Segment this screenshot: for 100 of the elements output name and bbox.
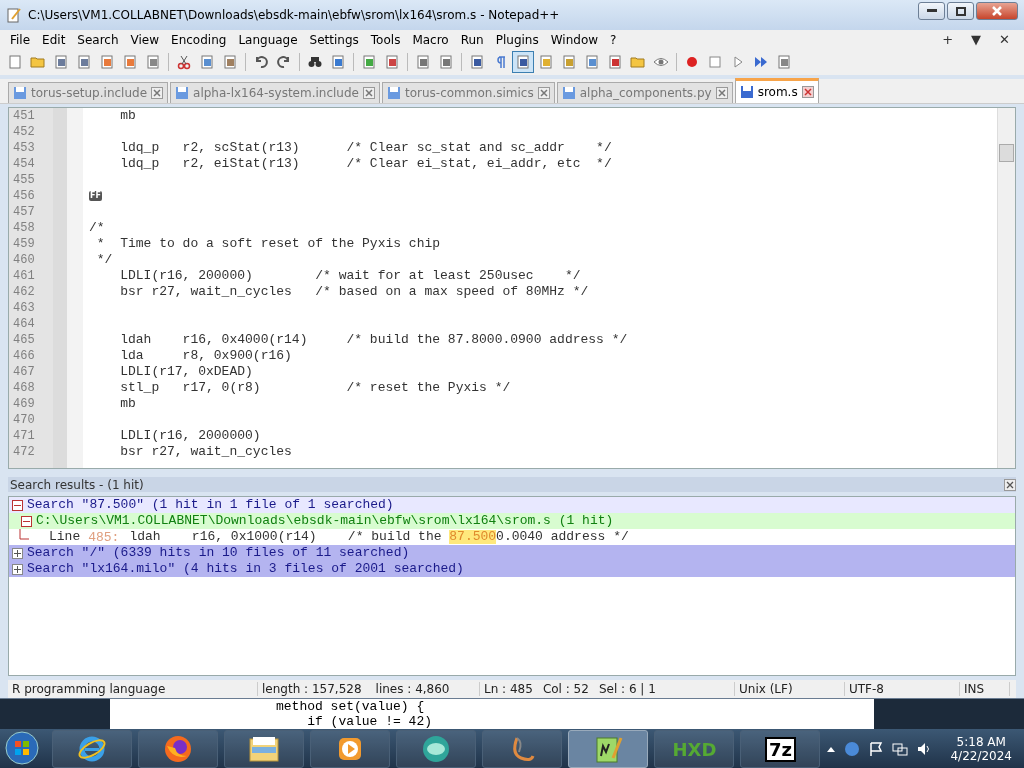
line-number: 461: [12, 268, 36, 284]
folder-icon: [30, 54, 46, 70]
menu-item[interactable]: Window: [544, 32, 605, 47]
code-line: ldq_p r2, eiStat(r13) /* Clear ei_stat, ei_addr, etc */: [119, 156, 612, 172]
line-number: 457: [12, 204, 36, 220]
record-icon: [684, 54, 700, 70]
start-orb-icon: [4, 730, 41, 766]
file-tab[interactable]: torus-common.simics: [381, 82, 555, 103]
taskbar-app[interactable]: [568, 730, 649, 768]
control-character: FF: [89, 191, 102, 201]
menu-item[interactable]: Tools: [364, 32, 407, 47]
line-number: 456: [12, 188, 36, 204]
close-icon[interactable]: [715, 87, 728, 99]
line-number: 465: [12, 332, 36, 348]
code-line: if (value != 42): [306, 714, 434, 729]
code-line: lda r8, 0x900(r16): [119, 348, 292, 364]
menu-item[interactable]: Settings: [303, 32, 365, 47]
menu-item[interactable]: Encoding: [165, 32, 233, 47]
document-icon: [99, 54, 115, 70]
status-eol: Unix (LF): [735, 682, 845, 696]
close-button[interactable]: [976, 2, 1018, 20]
menu-item[interactable]: Search: [71, 32, 125, 47]
document-icon: [7, 54, 23, 70]
menu-bar-control[interactable]: ✕: [999, 32, 1010, 47]
line-number: 453: [12, 140, 36, 156]
undo-icon: [253, 54, 269, 70]
close-icon[interactable]: [151, 87, 164, 99]
binoculars-icon: [307, 54, 323, 70]
hit-line-number: 485:: [88, 529, 120, 545]
menu-item[interactable]: File: [4, 32, 37, 47]
line-number: 467: [12, 364, 36, 380]
redo-icon: [276, 54, 292, 70]
hit-label: Line: [49, 529, 81, 545]
hit-code[interactable]: ldah r16, 0x1000(r14) /* build the: [129, 529, 450, 545]
line-number: 470: [12, 412, 36, 428]
fast-forward-icon: [753, 54, 769, 70]
circle-icon[interactable]: [844, 741, 861, 757]
notepad-icon: [593, 734, 624, 764]
collapse-icon[interactable]: [21, 515, 32, 527]
line-number: 460: [12, 252, 36, 268]
taskbar-app[interactable]: [224, 730, 305, 768]
flag-icon[interactable]: [868, 741, 885, 757]
close-icon[interactable]: [362, 87, 375, 99]
up-arrow-icon[interactable]: [826, 745, 837, 753]
clock-time[interactable]: 5:18 AM: [956, 735, 1006, 749]
taskbar-app[interactable]: [310, 730, 391, 768]
notepad-icon: [6, 7, 22, 23]
scroll-thumb[interactable]: [999, 144, 1014, 162]
line-number: 451: [12, 108, 36, 124]
close-icon[interactable]: [537, 87, 550, 99]
code-line: * Time to do a soft reset of the Pyxis chip: [95, 236, 441, 252]
menu-item[interactable]: Plugins: [489, 32, 545, 47]
code-line: bsr r27, wait_n_cycles /* based on a max speed of 80MHz */: [119, 284, 589, 300]
file-tab[interactable]: alpha_components.py: [556, 82, 733, 103]
line-number: 459: [12, 236, 36, 252]
status-line: Ln : 485: [484, 682, 533, 696]
collapse-icon[interactable]: [12, 499, 23, 511]
panel-title: Search results - (1 hit): [10, 477, 144, 492]
file-tab[interactable]: torus-setup.include: [8, 82, 169, 103]
maximize-button[interactable]: [947, 2, 974, 20]
line-number: 472: [12, 444, 36, 460]
file-tab[interactable]: srom.s: [734, 78, 819, 103]
menu-item[interactable]: Run: [454, 32, 490, 47]
hit-code[interactable]: 0.0040 address */: [496, 529, 629, 545]
menu-item[interactable]: Language: [232, 32, 304, 47]
taskbar-app[interactable]: [138, 730, 219, 768]
taskbar-app[interactable]: 7z: [740, 730, 821, 768]
menu-item[interactable]: Macro: [406, 32, 455, 47]
restore-icon: [955, 6, 966, 16]
close-icon[interactable]: [801, 86, 814, 98]
start-button[interactable]: [4, 730, 41, 768]
menu-item[interactable]: Edit: [36, 32, 72, 47]
expand-icon[interactable]: [12, 547, 23, 559]
status-column: Col : 52: [542, 682, 589, 696]
code-line: LDLI(r17, 0xDEAD): [119, 364, 253, 380]
minimize-button[interactable]: [918, 2, 945, 20]
expand-icon[interactable]: [12, 563, 23, 575]
taskbar-app[interactable]: [396, 730, 477, 768]
menu-item[interactable]: View: [124, 32, 166, 47]
taskbar-app[interactable]: [52, 730, 133, 768]
scissors-icon: [176, 54, 192, 70]
menu-item[interactable]: ?: [604, 32, 623, 47]
folder-icon: [630, 54, 646, 70]
menu-bar-control[interactable]: +: [942, 32, 954, 47]
line-number: 464: [12, 316, 36, 332]
network-icon[interactable]: [892, 741, 909, 757]
close-icon[interactable]: [1004, 478, 1016, 491]
menu-bar-control[interactable]: ▼: [971, 32, 982, 47]
fox-globe-icon: [163, 734, 194, 764]
status-lines: lines : 4,860: [375, 682, 450, 696]
code-line: LDLI(r16, 2000000): [119, 428, 261, 444]
toolbar-button[interactable]: [512, 51, 534, 73]
scrollbar[interactable]: [997, 108, 1015, 468]
line-number: 471: [12, 428, 36, 444]
code-line: stl_p r17, 0(r8) /* reset the Pyxis */: [119, 380, 511, 396]
clock-date[interactable]: 4/22/2024: [950, 749, 1012, 763]
file-tab[interactable]: alpha-lx164-system.include: [170, 82, 380, 103]
line-number: 469: [12, 396, 36, 412]
status-length: length : 157,528: [262, 682, 362, 696]
code-line: mb: [119, 108, 136, 124]
